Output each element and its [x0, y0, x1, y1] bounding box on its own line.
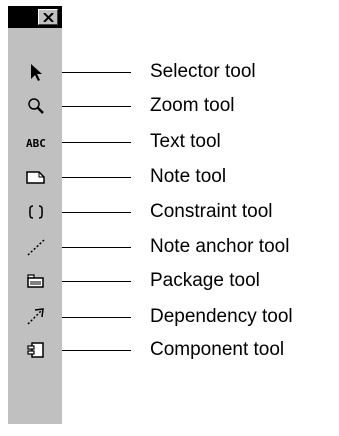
- folded-note-icon: [26, 171, 45, 184]
- zoom-leader-line: [62, 106, 131, 107]
- zoom-tool-button[interactable]: [14, 92, 58, 120]
- constraint-tool-button[interactable]: [14, 198, 58, 226]
- tool-palette: ABC: [8, 6, 62, 424]
- constraint-leader-line: [62, 212, 131, 213]
- svg-text:ABC: ABC: [26, 137, 46, 150]
- dependency-leader-line: [62, 317, 131, 318]
- text-leader-line: [62, 142, 131, 143]
- braces-icon: [28, 205, 44, 219]
- text-tool-button[interactable]: ABC: [14, 128, 58, 156]
- note-anchor-leader-line: [62, 247, 131, 248]
- note-anchor-tool-button[interactable]: [14, 233, 58, 261]
- selector-tool-button[interactable]: [14, 58, 58, 86]
- component-leader-line: [62, 350, 131, 351]
- selector-tool-label: Selector tool: [150, 61, 256, 82]
- note-leader-line: [62, 177, 131, 178]
- component-icon: [27, 342, 44, 358]
- component-tool-label: Component tool: [150, 339, 285, 360]
- zoom-tool-label: Zoom tool: [150, 95, 235, 116]
- component-tool-button[interactable]: [14, 336, 58, 364]
- package-folder-icon: [27, 274, 44, 288]
- dependency-tool-label: Dependency tool: [150, 306, 293, 327]
- constraint-tool-label: Constraint tool: [150, 201, 273, 222]
- palette-titlebar[interactable]: [8, 6, 62, 28]
- close-x-icon: [43, 13, 54, 22]
- package-tool-button[interactable]: [14, 267, 58, 295]
- note-anchor-tool-label: Note anchor tool: [150, 236, 290, 257]
- abc-text-icon: ABC: [26, 137, 46, 150]
- selector-leader-line: [62, 72, 131, 73]
- magnifier-icon: [28, 98, 44, 114]
- note-tool-label: Note tool: [150, 166, 227, 187]
- dependency-tool-button[interactable]: [14, 303, 58, 331]
- text-tool-label: Text tool: [150, 131, 221, 152]
- close-button[interactable]: [38, 9, 58, 25]
- package-leader-line: [62, 281, 131, 282]
- dashed-arrow-icon: [27, 308, 44, 325]
- dashed-line-icon: [27, 239, 45, 256]
- package-tool-label: Package tool: [150, 270, 260, 291]
- note-tool-button[interactable]: [14, 163, 58, 191]
- arrow-pointer-icon: [31, 64, 42, 81]
